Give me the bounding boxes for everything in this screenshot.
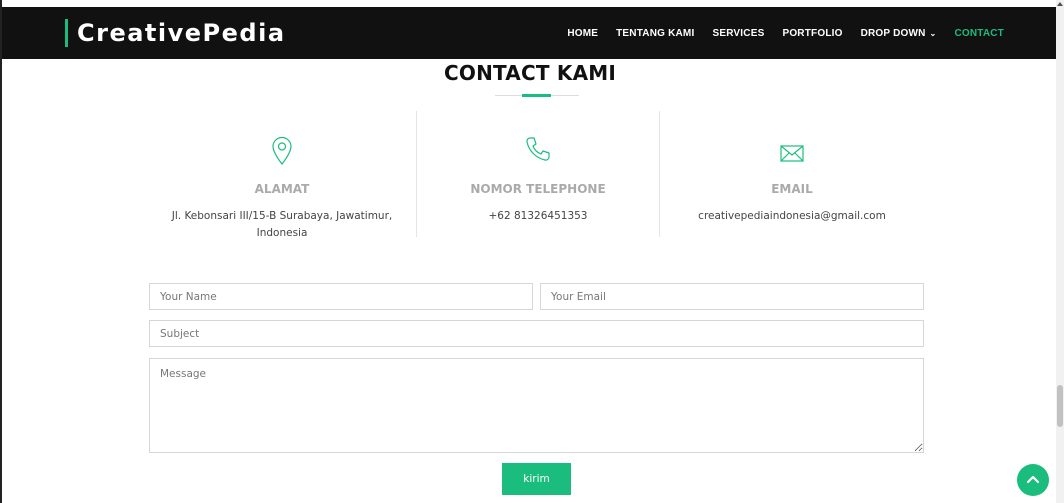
envelope-icon [779,136,805,170]
scrollbar-thumb[interactable] [1057,385,1063,427]
map-pin-icon [271,136,293,170]
nav-tentang-kami[interactable]: TENTANG KAMI [616,28,694,39]
nav-home[interactable]: HOME [567,28,598,39]
nav-services[interactable]: SERVICES [712,28,764,39]
info-address: ALAMAT Jl. Kebonsari III/15-B Surabaya, … [149,111,415,239]
navbar: CreativePedia HOME TENTANG KAMI SERVICES… [2,7,1058,59]
phone-value: +62 81326451353 [488,210,588,222]
main-nav: HOME TENTANG KAMI SERVICES PORTFOLIO DRO… [567,7,1004,59]
info-phone: NOMOR TELEPHONE +62 81326451353 [416,111,659,237]
message-textarea[interactable] [149,358,924,453]
address-label: ALAMAT [254,182,310,196]
chevron-down-icon: ⌄ [929,28,937,38]
email-label: EMAIL [771,182,813,196]
page-scrollbar[interactable] [1056,0,1064,503]
email-value: creativepediaindonesia@gmail.com [698,210,886,222]
nav-contact[interactable]: CONTACT [954,28,1004,39]
address-value: Jl. Kebonsari III/15-B Surabaya, Jawatim… [171,210,393,239]
info-email: EMAIL creativepediaindonesia@gmail.com [659,111,924,237]
brand-logo[interactable]: CreativePedia [65,19,286,47]
nav-portfolio[interactable]: PORTFOLIO [782,28,842,39]
nav-drop-down[interactable]: DROP DOWN ⌄ [861,28,937,39]
scroll-up-arrow-icon[interactable] [1057,2,1063,6]
name-input[interactable] [149,283,533,310]
page-title: CONTACT KAMI [444,61,616,85]
back-to-top-button[interactable] [1017,464,1049,496]
subject-input[interactable] [149,320,924,347]
nav-drop-down-label: DROP DOWN [860,27,926,39]
phone-label: NOMOR TELEPHONE [470,182,606,196]
title-accent-bar [522,94,551,97]
email-input[interactable] [540,283,924,310]
chevron-up-icon [1026,475,1040,484]
phone-icon [525,136,551,166]
submit-button[interactable]: kirim [502,463,571,495]
